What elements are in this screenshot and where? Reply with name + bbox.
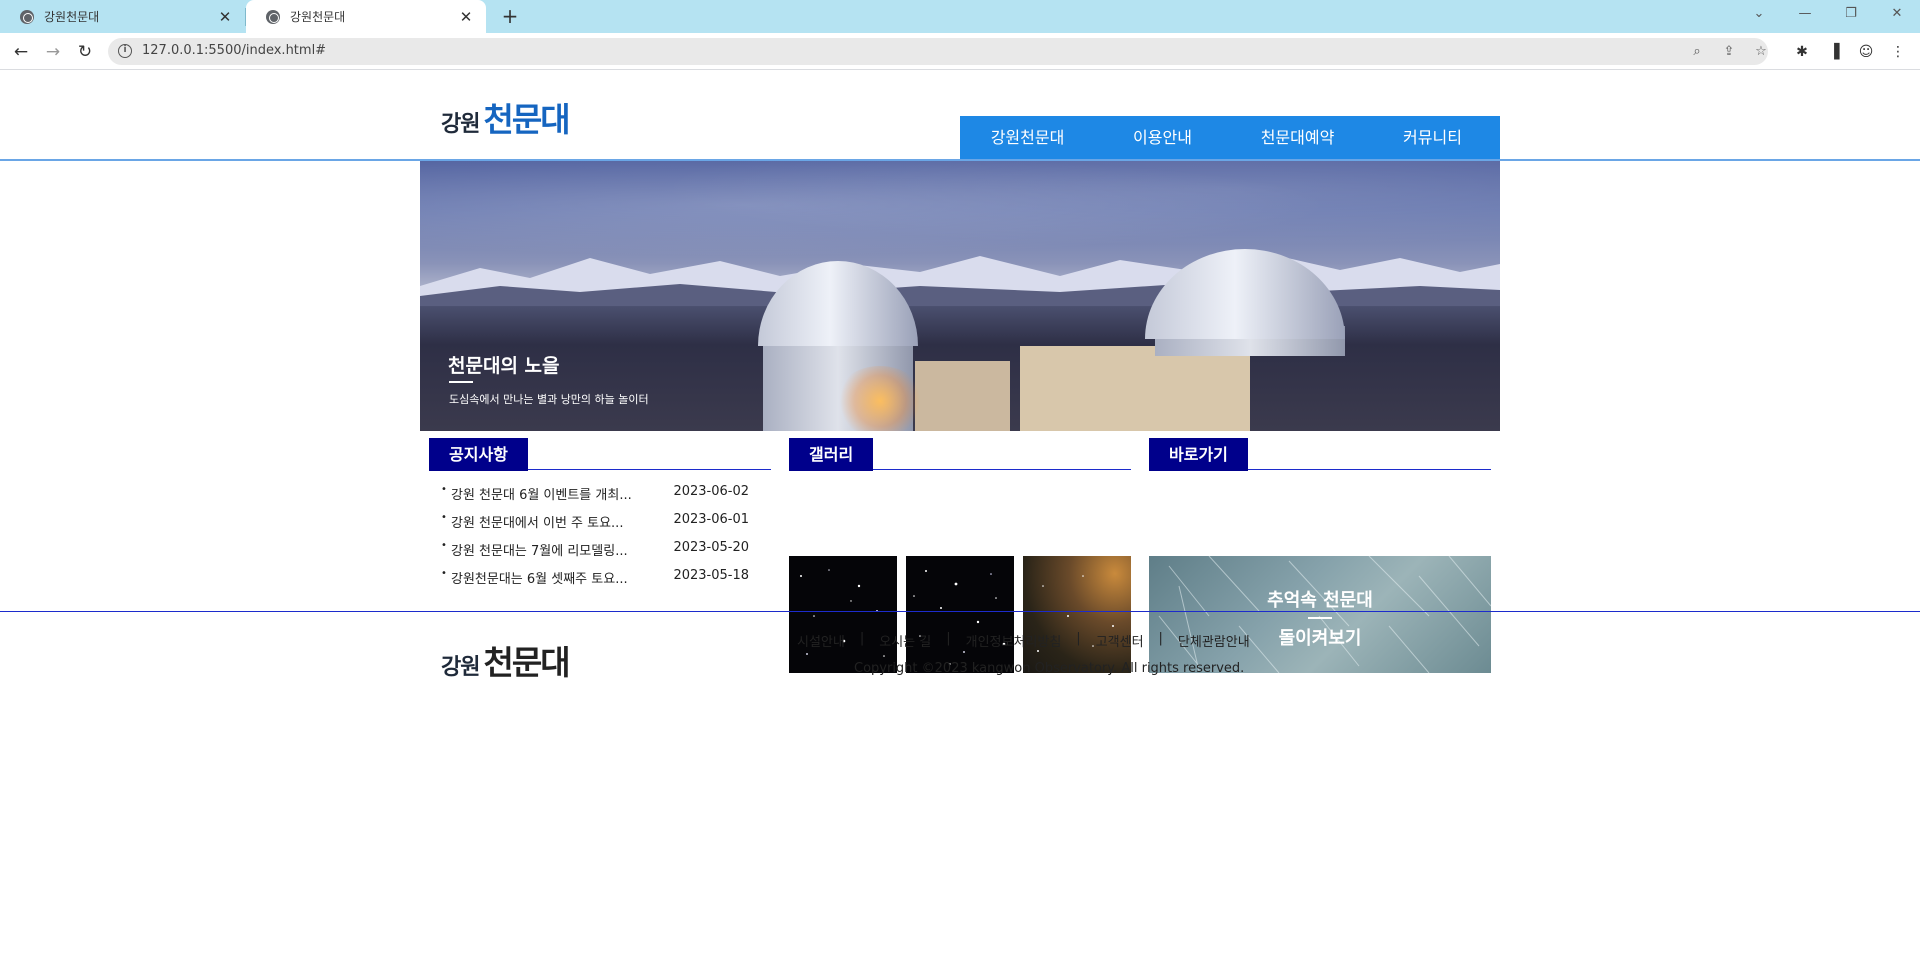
footer-link-privacy[interactable]: 개인정보처리방침 bbox=[966, 631, 1062, 650]
copyright-text: Copyright ©2023 kangwon Observatory. All… bbox=[854, 661, 1245, 676]
shortcut-header: 바로가기 bbox=[1149, 438, 1491, 471]
shortcut-heading[interactable]: 바로가기 bbox=[1149, 438, 1248, 471]
browser-tab-1[interactable]: 강원천문대 ✕ bbox=[0, 0, 245, 33]
memories-shortcut-banner[interactable]: 추억속 천문대 돌이켜보기 bbox=[1149, 556, 1491, 673]
gallery-thumbnail-1[interactable] bbox=[789, 556, 897, 673]
nav-item-community[interactable]: 커뮤니티 bbox=[1365, 116, 1500, 160]
logo-text-small: 강원 bbox=[441, 111, 480, 137]
forward-arrow-icon[interactable]: → bbox=[41, 40, 65, 64]
tab-title: 강원천문대 bbox=[44, 10, 100, 24]
tab-title: 강원천문대 bbox=[290, 10, 346, 24]
new-tab-button[interactable]: + bbox=[498, 4, 522, 28]
tab-search-icon[interactable]: ⌄ bbox=[1736, 0, 1782, 30]
shortcut-line-1: 추억속 천문대 bbox=[1267, 590, 1373, 611]
nav-item-reservation[interactable]: 천문대예약 bbox=[1230, 116, 1365, 160]
notice-date: 2023-05-18 bbox=[673, 568, 749, 583]
bullet-icon: • bbox=[441, 512, 447, 523]
share-icon[interactable]: ⇪ bbox=[1720, 43, 1738, 61]
extensions-icon[interactable]: ✱ bbox=[1792, 42, 1812, 62]
hero-title-underline bbox=[449, 381, 473, 383]
notice-list: • 강원 천문대 6월 이벤트를 개최... 2023-06-02 • 강원 천… bbox=[428, 481, 762, 593]
url-text[interactable]: 127.0.0.1:5500/index.html# bbox=[142, 43, 326, 58]
notice-heading[interactable]: 공지사항 bbox=[429, 438, 528, 471]
gallery-thumbnail-3[interactable] bbox=[1023, 556, 1131, 673]
logo-text-big: 천문대 bbox=[483, 643, 570, 682]
footer-divider bbox=[0, 611, 1920, 612]
back-arrow-icon[interactable]: ← bbox=[9, 40, 33, 64]
gallery-header: 갤러리 bbox=[789, 438, 1131, 471]
notice-date: 2023-06-01 bbox=[673, 512, 749, 527]
footer-separator: | bbox=[1158, 631, 1163, 646]
notice-date: 2023-05-20 bbox=[673, 540, 749, 555]
web-page: 강원 천문대 강원천문대 이용안내 천문대예약 커뮤니티 천문대의 노을 도심속에… bbox=[0, 71, 1920, 975]
reload-icon[interactable]: ↻ bbox=[73, 40, 97, 64]
footer-links: 시설안내 | 오시는 길 | 개인정보처리방침 | 고객센터 | 단체관람안내 bbox=[797, 631, 1250, 650]
close-icon[interactable]: ✕ bbox=[213, 8, 237, 26]
notice-date: 2023-06-02 bbox=[673, 484, 749, 499]
bullet-icon: • bbox=[441, 568, 447, 579]
notice-title[interactable]: 강원 천문대 6월 이벤트를 개최... bbox=[451, 484, 661, 503]
gallery-thumbnail-2[interactable] bbox=[906, 556, 1014, 673]
address-bar[interactable]: i 127.0.0.1:5500/index.html# ⌕ ⇪ ☆ bbox=[108, 38, 1768, 65]
logo-text-big: 천문대 bbox=[483, 100, 570, 139]
star-trails-image bbox=[1158, 556, 1491, 673]
profile-icon[interactable]: ☺ bbox=[1856, 42, 1876, 62]
footer-separator: | bbox=[946, 631, 951, 646]
notice-title[interactable]: 강원 천문대에서 이번 주 토요... bbox=[451, 512, 661, 531]
close-icon[interactable]: ✕ bbox=[454, 8, 478, 26]
notice-title[interactable]: 강원 천문대는 7월에 리모델링... bbox=[451, 540, 661, 559]
globe-icon bbox=[266, 9, 280, 24]
footer-separator: | bbox=[1076, 631, 1081, 646]
bullet-icon: • bbox=[441, 540, 447, 551]
menu-icon[interactable]: ⋮ bbox=[1888, 42, 1908, 62]
nav-item-observatory[interactable]: 강원천문대 bbox=[960, 116, 1095, 160]
warm-light-glow bbox=[835, 366, 925, 431]
nebula-image bbox=[1037, 575, 1114, 652]
notice-item[interactable]: • 강원 천문대에서 이번 주 토요... 2023-06-01 bbox=[428, 509, 762, 537]
nav-item-guide[interactable]: 이용안내 bbox=[1095, 116, 1230, 160]
footer-link-support[interactable]: 고객센터 bbox=[1096, 631, 1144, 650]
zoom-icon[interactable]: ⌕ bbox=[1688, 43, 1706, 61]
footer-link-directions[interactable]: 오시는 길 bbox=[879, 631, 931, 650]
site-info-icon[interactable]: i bbox=[118, 44, 132, 58]
site-logo[interactable]: 강원 천문대 bbox=[441, 93, 571, 141]
minimize-button[interactable]: — bbox=[1782, 0, 1828, 30]
footer-link-facility[interactable]: 시설안내 bbox=[797, 631, 845, 650]
notice-item[interactable]: • 강원천문대는 6월 셋째주 토요... 2023-05-18 bbox=[428, 565, 762, 593]
starfield-image bbox=[913, 570, 1006, 665]
notice-title[interactable]: 강원천문대는 6월 셋째주 토요... bbox=[451, 568, 661, 587]
hero-banner: 천문대의 노을 도심속에서 만나는 별과 낭만의 하늘 놀이터 bbox=[420, 161, 1500, 431]
main-nav: 강원천문대 이용안내 천문대예약 커뮤니티 bbox=[960, 116, 1500, 160]
globe-icon bbox=[20, 9, 34, 24]
browser-tab-2[interactable]: 강원천문대 ✕ bbox=[246, 0, 486, 33]
footer-logo[interactable]: 강원 천문대 bbox=[441, 636, 571, 684]
notice-header: 공지사항 bbox=[429, 438, 771, 471]
browser-toolbar: ← → ↻ i 127.0.0.1:5500/index.html# ⌕ ⇪ ☆… bbox=[0, 33, 1920, 70]
starfield-image bbox=[800, 569, 885, 657]
hero-subtitle: 도심속에서 만나는 별과 낭만의 하늘 놀이터 bbox=[449, 393, 649, 406]
footer-link-group-tour[interactable]: 단체관람안내 bbox=[1178, 631, 1250, 650]
star-icon[interactable]: ☆ bbox=[1752, 43, 1770, 61]
window-close-button[interactable]: ✕ bbox=[1874, 0, 1920, 30]
restore-button[interactable]: ❐ bbox=[1828, 0, 1874, 30]
hero-title: 천문대의 노을 bbox=[448, 355, 560, 377]
footer-separator: | bbox=[859, 631, 865, 646]
sidepanel-icon[interactable]: ▐ bbox=[1824, 42, 1844, 62]
notice-item[interactable]: • 강원 천문대 6월 이벤트를 개최... 2023-06-02 bbox=[428, 481, 762, 509]
observatory-building-right bbox=[1020, 346, 1250, 431]
shortcut-divider bbox=[1308, 617, 1332, 619]
browser-tab-bar: 강원천문대 ✕ 강원천문대 ✕ + ⌄ — ❐ ✕ bbox=[0, 0, 1920, 33]
observatory-annex bbox=[915, 361, 1010, 431]
logo-text-small: 강원 bbox=[441, 654, 480, 680]
mountain-range-image bbox=[420, 254, 1500, 306]
gallery-heading[interactable]: 갤러리 bbox=[789, 438, 874, 471]
bullet-icon: • bbox=[441, 484, 447, 495]
notice-item[interactable]: • 강원 천문대는 7월에 리모델링... 2023-05-20 bbox=[428, 537, 762, 565]
